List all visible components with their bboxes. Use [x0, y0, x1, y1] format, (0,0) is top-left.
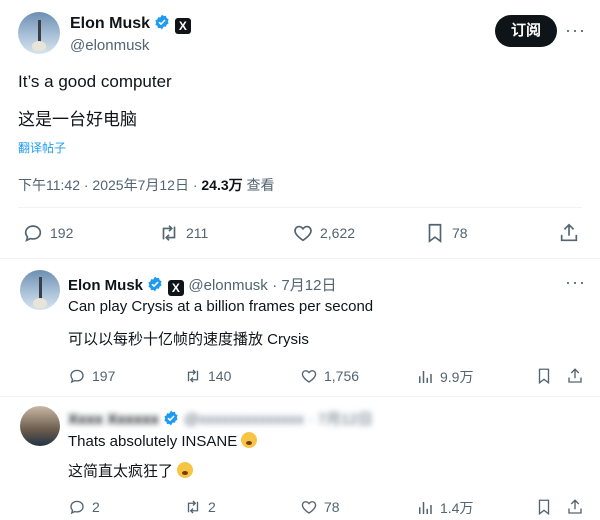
share-icon [568, 499, 582, 514]
share-button[interactable] [558, 222, 586, 244]
avatar-user[interactable] [20, 406, 60, 446]
repost-button[interactable]: 211 [158, 222, 208, 244]
views-icon [419, 371, 432, 383]
x-logo-icon: X [167, 280, 184, 296]
reply-icon [24, 225, 42, 242]
views-label: 查看 [242, 177, 275, 193]
reply1-reply-button[interactable]: 197 [68, 367, 115, 385]
verified-icon [155, 14, 170, 30]
repost-count: 2 [208, 499, 216, 515]
more-icon[interactable]: ··· [565, 20, 586, 41]
verified-icon [148, 276, 163, 292]
repost-icon [187, 369, 199, 383]
reply1-author-name[interactable]: Elon Musk [68, 277, 143, 294]
exploding-head-emoji-icon [177, 462, 194, 478]
reply-icon [70, 500, 84, 515]
like-icon [301, 370, 317, 383]
like-count: 78 [324, 499, 340, 515]
like-icon [294, 225, 312, 242]
reply2-share-button[interactable] [566, 498, 590, 516]
repost-icon [162, 225, 176, 241]
reply2-handle[interactable]: @xxxxxxxxxxxxxx [184, 411, 304, 428]
share-icon [560, 223, 578, 242]
reply2-text-en: Thats absolutely INSANE [68, 433, 238, 450]
share-icon [568, 368, 582, 383]
views-count: 9.9万 [440, 369, 474, 385]
subscribe-button[interactable]: 订阅 [495, 15, 557, 47]
reply2-like-button[interactable]: 78 [300, 498, 340, 516]
reply2-author-name[interactable]: Xxxx Xxxxxx [68, 411, 159, 428]
post-text-en: It’s a good computer [18, 72, 172, 91]
views-count: 1.4万 [440, 500, 474, 516]
exploding-head-emoji-icon [241, 432, 258, 448]
like-count: 2,622 [320, 225, 356, 241]
bookmark-button[interactable]: 78 [424, 222, 468, 244]
post-text-zh: 这是一台好电脑 [18, 110, 137, 129]
reply-icon [70, 369, 84, 384]
verified-icon [164, 410, 178, 426]
bookmark-count: 78 [452, 225, 468, 241]
reply1-views-button[interactable]: 9.9万 [416, 367, 473, 387]
post-views: 24.3万 [201, 177, 243, 193]
avatar-elon-reply[interactable] [20, 270, 60, 310]
reply-count: 192 [50, 225, 74, 241]
reply1-header: Elon Musk X @elonmusk · 7月12日 [68, 274, 336, 296]
reply1-date[interactable]: · 7月12日 [272, 277, 336, 294]
bookmark-icon [538, 368, 550, 385]
author-name[interactable]: Elon Musk [70, 15, 150, 32]
reply-count: 2 [92, 499, 100, 515]
reply2-date[interactable]: · 7月12日 [309, 411, 373, 428]
x-logo-icon: X [174, 18, 191, 34]
reply2-repost-button[interactable]: 2 [184, 498, 216, 516]
reply2-text-en-row: Thats absolutely INSANE [68, 432, 258, 450]
avatar-elon[interactable] [18, 12, 60, 54]
reply1-text-en: Can play Crysis at a billion frames per … [68, 298, 374, 315]
reply2-views-button[interactable]: 1.4万 [416, 498, 473, 518]
reply1-share-button[interactable] [566, 367, 590, 385]
like-icon [301, 501, 317, 514]
divider [0, 258, 600, 259]
reply2-text-zh-row: 这简直太疯狂了 [68, 460, 194, 481]
reply2-reply-button[interactable]: 2 [68, 498, 100, 516]
reply2-bookmark-button[interactable] [535, 498, 559, 516]
like-button[interactable]: 2,622 [292, 222, 355, 244]
translate-post-link[interactable]: 翻译帖子 [18, 139, 66, 156]
reply1-repost-button[interactable]: 140 [184, 367, 231, 385]
reply1-text-zh: 可以以每秒十亿帧的速度播放 Crysis [68, 331, 309, 348]
divider [0, 396, 600, 397]
author-handle[interactable]: @elonmusk [70, 37, 149, 54]
reply1-bookmark-button[interactable] [535, 367, 559, 385]
bookmark-icon [538, 499, 550, 516]
repost-count: 211 [186, 225, 209, 241]
divider [18, 207, 582, 208]
like-count: 1,756 [324, 368, 360, 384]
reply1-like-button[interactable]: 1,756 [300, 367, 359, 385]
reply-count: 197 [92, 368, 116, 384]
reply-button[interactable]: 192 [22, 222, 73, 244]
reply2-text-zh: 这简直太疯狂了 [68, 463, 174, 480]
post-meta: 下午11:42 · 2025年7月12日 · 24.3万 查看 [18, 175, 275, 195]
bookmark-icon [428, 223, 442, 243]
repost-count: 140 [208, 368, 232, 384]
more-icon[interactable]: ··· [565, 272, 586, 293]
repost-icon [187, 500, 199, 514]
post-time[interactable]: 下午11:42 · 2025年7月12日 · [18, 177, 201, 193]
views-icon [419, 502, 432, 514]
reply1-handle[interactable]: @elonmusk [188, 277, 267, 294]
reply2-header: Xxxx Xxxxxx @xxxxxxxxxxxxxx · 7月12日 [68, 408, 373, 429]
author-name-row: Elon Musk X [70, 14, 191, 34]
